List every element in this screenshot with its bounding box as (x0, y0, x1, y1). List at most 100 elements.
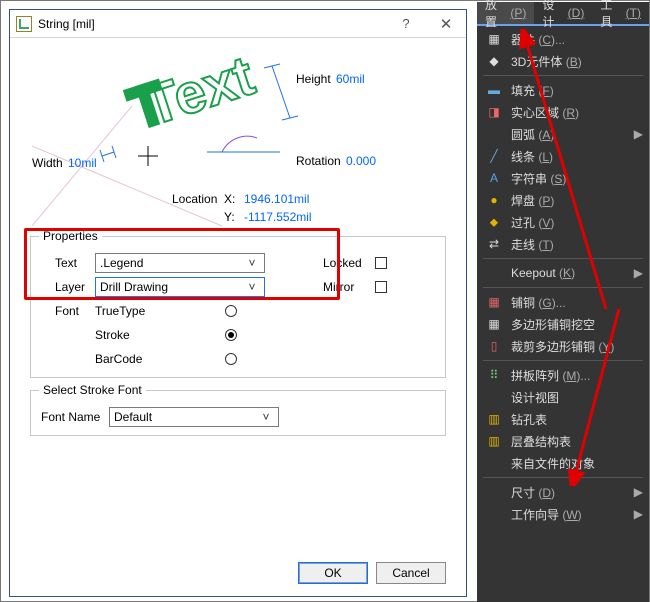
app-icon (16, 16, 32, 32)
font-option-stroke: Stroke (95, 328, 225, 342)
close-button[interactable]: ✕ (426, 10, 466, 38)
menu-item-label: 过孔 (V) (511, 214, 643, 231)
menu-item-label: 来自文件的对象 (511, 455, 643, 472)
location-label: Location (172, 192, 217, 206)
menu-item-label: 填充 (F) (511, 82, 643, 99)
menu-separator (483, 258, 643, 259)
menu-item[interactable]: 来自文件的对象 (477, 452, 649, 474)
help-button[interactable]: ? (386, 10, 426, 38)
menu-tab-d[interactable]: 设计 (D) (534, 2, 592, 24)
menu-item[interactable]: ▯裁剪多边形铺铜 (Y) (477, 335, 649, 357)
menu-item[interactable]: ▦ 铺铜 (G)... (477, 291, 649, 313)
menu-separator (483, 287, 643, 288)
rotation-value[interactable]: 0.000 (346, 154, 376, 168)
menu-item-icon: ⇄ (485, 236, 503, 252)
barcode-radio[interactable] (225, 353, 237, 365)
fontname-combo[interactable]: Default ˅ (109, 407, 279, 427)
height-label: Height (296, 72, 331, 86)
menu-item[interactable]: ◨实心区域 (R) (477, 101, 649, 123)
chevron-down-icon: ˅ (244, 280, 260, 294)
locked-label: Locked (323, 256, 375, 270)
menu-item[interactable]: ▥钻孔表 (477, 408, 649, 430)
menu-item[interactable]: ▥ 层叠结构表 (477, 430, 649, 452)
menu-item[interactable]: ▬ 填充 (F) (477, 79, 649, 101)
menu-separator (483, 477, 643, 478)
properties-legend: Properties (39, 229, 102, 243)
menu-item[interactable]: 设计视图 (477, 386, 649, 408)
menu-item-label: Keepout (K) (511, 266, 628, 280)
menu-item-icon (485, 455, 503, 471)
menu-item-icon: ╱ (485, 148, 503, 164)
menu-item-icon (485, 265, 503, 281)
mirror-label: Mirror (323, 280, 375, 294)
menu-item[interactable]: Keepout (K) ▶ (477, 262, 649, 284)
menu-tab-p[interactable]: 放置 (P) (477, 2, 534, 24)
font-option-barcode: BarCode (95, 352, 225, 366)
fontname-label: Font Name (41, 410, 109, 424)
menu-item-label: 3D元件体 (B) (511, 53, 643, 70)
menu-item-icon (485, 389, 503, 405)
menu-item-label: 层叠结构表 (511, 433, 643, 450)
menu-item[interactable]: ⬥ 过孔 (V) (477, 211, 649, 233)
location-y-value[interactable]: -1117.552mil (244, 210, 312, 224)
cancel-button[interactable]: Cancel (376, 562, 446, 584)
location-x-label: X: (224, 192, 235, 206)
menu-item-icon: ▥ (485, 433, 503, 449)
menu-item[interactable]: ●焊盘 (P) (477, 189, 649, 211)
mirror-checkbox[interactable] (375, 281, 387, 293)
menu-separator (483, 75, 643, 76)
menu-item[interactable]: ▦多边形铺铜挖空 (477, 313, 649, 335)
ok-button[interactable]: OK (298, 562, 368, 584)
submenu-arrow-icon: ▶ (634, 507, 643, 521)
menu-item-icon: ⠿ (485, 367, 503, 383)
menu-item[interactable]: ◆ 3D元件体 (B) (477, 50, 649, 72)
menu-item-icon: ◆ (485, 53, 503, 69)
locked-checkbox[interactable] (375, 257, 387, 269)
menubar: 放置 (P)设计 (D)工具 (T) (477, 2, 649, 26)
layer-combo-value: Drill Drawing (100, 280, 168, 294)
submenu-arrow-icon: ▶ (634, 127, 643, 141)
menu-item-icon: ▯ (485, 338, 503, 354)
menu-item-label: 工作向导 (W) (511, 506, 628, 523)
chevron-down-icon: ˅ (258, 410, 274, 424)
menu-item-icon: ⬥ (485, 214, 503, 230)
menu-item[interactable]: 圆弧 (A) ▶ (477, 123, 649, 145)
height-value[interactable]: 60mil (336, 72, 365, 86)
menu-item-label: 圆弧 (A) (511, 126, 628, 143)
stroke-radio[interactable] (225, 329, 237, 341)
text-combo[interactable]: .Legend ˅ (95, 253, 265, 273)
menu-item[interactable]: ⇄ 走线 (T) (477, 233, 649, 255)
menu-item-icon: ▦ (485, 316, 503, 332)
chevron-down-icon: ˅ (244, 256, 260, 270)
menu-item-icon: ▬ (485, 82, 503, 98)
width-value[interactable]: 10mil (68, 156, 97, 170)
titlebar[interactable]: String [mil] ? ✕ (10, 10, 466, 38)
fontname-value: Default (114, 410, 152, 424)
menu-item[interactable]: A字符串 (S) (477, 167, 649, 189)
menu-item-icon: ▦ (485, 294, 503, 310)
menu-item[interactable]: ╱ 线条 (L) (477, 145, 649, 167)
menu-item[interactable]: 尺寸 (D)▶ (477, 481, 649, 503)
text-field-label: Text (55, 256, 95, 270)
width-label: Width (32, 156, 63, 170)
stroke-font-group: Select Stroke Font Font Name Default ˅ (30, 390, 446, 436)
menu-item-label: 线条 (L) (511, 148, 643, 165)
menu-item[interactable]: ⠿ 拼板阵列 (M)... (477, 364, 649, 386)
menu-item-label: 拼板阵列 (M)... (511, 367, 643, 384)
menu-item-label: 铺铜 (G)... (511, 294, 643, 311)
font-option-truetype: TrueType (95, 304, 225, 318)
font-field-label: Font (55, 304, 95, 318)
layer-combo[interactable]: Drill Drawing ˅ (95, 277, 265, 297)
menu-item-label: 钻孔表 (511, 411, 643, 428)
menu-separator (483, 360, 643, 361)
submenu-arrow-icon: ▶ (634, 266, 643, 280)
properties-group: Properties Text .Legend ˅ Locked Layer D… (30, 236, 446, 378)
location-x-value[interactable]: 1946.101mil (244, 192, 309, 206)
dialog-title: String [mil] (38, 17, 95, 31)
menu-item[interactable]: ▦器件 (C)... (477, 28, 649, 50)
place-menu: 放置 (P)设计 (D)工具 (T) ▦器件 (C)... ◆ 3D元件体 (B) ▬… (477, 2, 649, 602)
menu-tab-t[interactable]: 工具 (T) (592, 2, 649, 24)
menu-item[interactable]: 工作向导 (W) ▶ (477, 503, 649, 525)
menu-item-label: 走线 (T) (511, 236, 643, 253)
truetype-radio[interactable] (225, 305, 237, 317)
